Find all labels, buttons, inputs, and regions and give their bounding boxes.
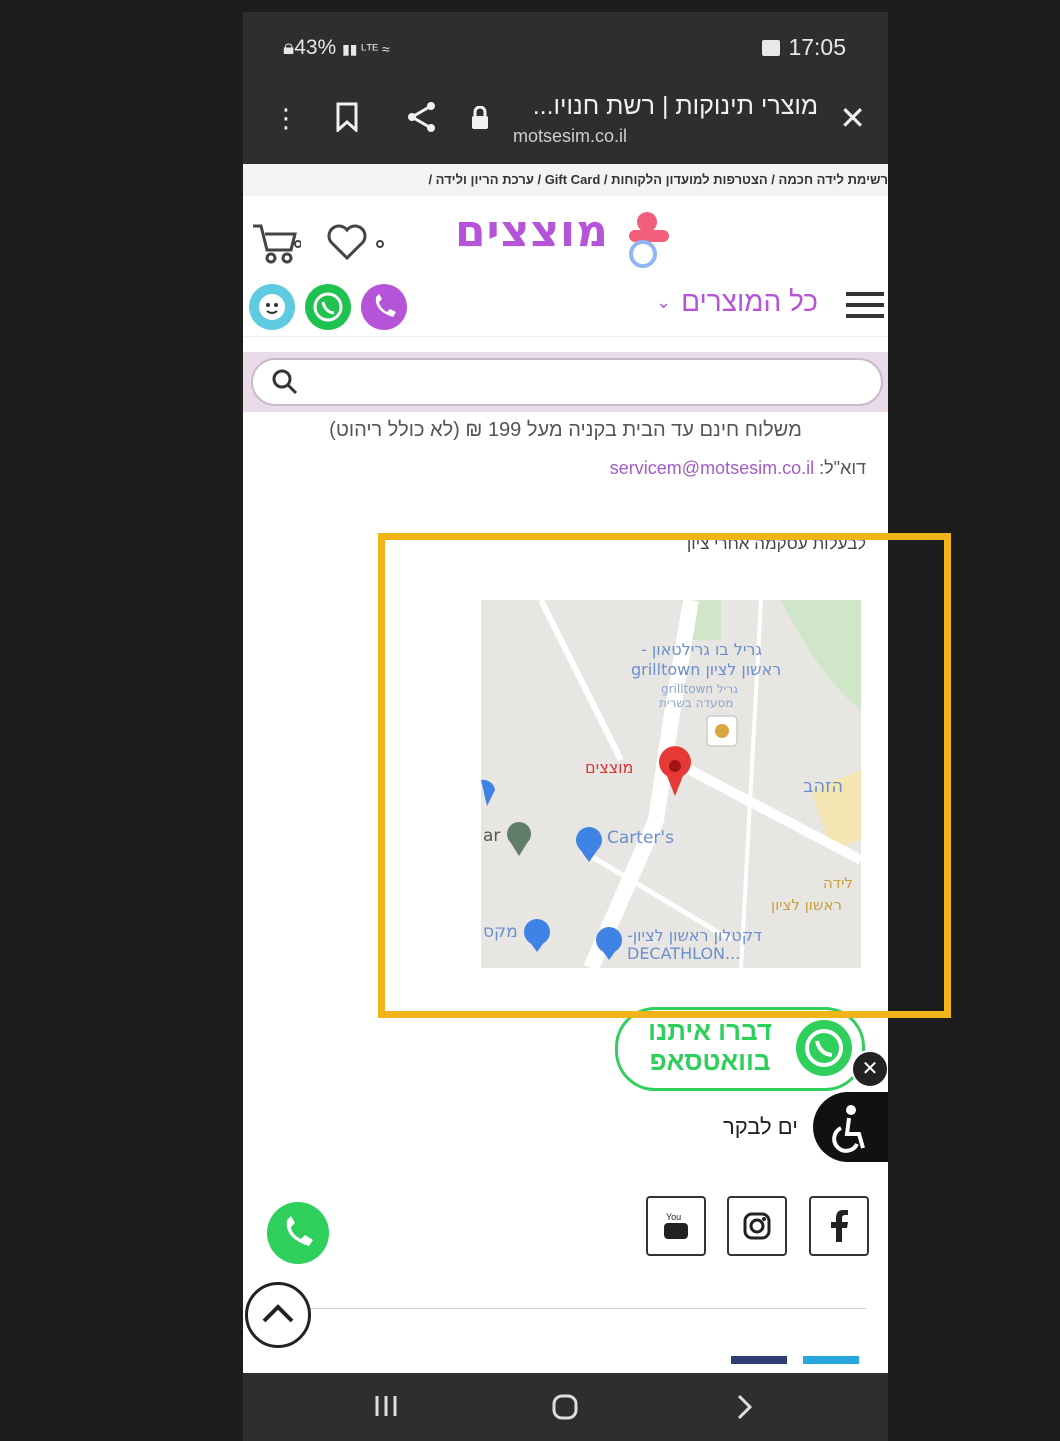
payment-logo [731, 1356, 787, 1364]
whatsapp-icon[interactable] [305, 284, 351, 330]
home-icon[interactable] [551, 1393, 579, 1425]
phone-call-icon[interactable] [361, 284, 407, 330]
divider [303, 1308, 866, 1309]
bookmark-icon[interactable] [335, 102, 359, 136]
pacifier-logo-icon [623, 208, 679, 274]
back-icon[interactable] [735, 1393, 755, 1425]
search-icon[interactable] [271, 368, 299, 400]
svg-text:You: You [666, 1212, 681, 1222]
whatsapp-chat-button[interactable]: דברו איתנו בוואטסאפ [615, 1007, 865, 1091]
all-products-dropdown[interactable]: כל המוצרים ⌄ [656, 286, 818, 318]
breadcrumb[interactable]: רשימת לידה חכמה / הצטרפות למועדון הלקוחו… [243, 164, 888, 196]
cart-icon[interactable] [251, 222, 302, 270]
battery-icon: 🔒︎ [283, 36, 295, 59]
lock-icon [470, 105, 490, 134]
url-text[interactable]: motsesim.co.il [513, 126, 627, 147]
hamburger-menu-icon[interactable] [846, 292, 884, 320]
site-logo[interactable]: מוצצים [455, 206, 609, 257]
youtube-icon[interactable]: You [646, 1196, 706, 1256]
tab-title: מוצרי תינוקות | רשת חנויו... [532, 92, 818, 120]
close-widget-icon[interactable]: ✕ [851, 1050, 888, 1088]
signal-icon: ▮▮ ᴸᵀᴱ ≈ [342, 41, 390, 57]
search-input[interactable] [313, 364, 857, 398]
opening-hours-text: ים לבקר [723, 1114, 798, 1139]
scroll-to-top-button[interactable] [245, 1282, 311, 1348]
waze-icon[interactable] [249, 284, 295, 330]
share-icon[interactable] [405, 100, 439, 138]
chevron-down-icon: ⌄ [655, 291, 672, 312]
clock: 17:05 [788, 34, 846, 60]
battery-level: 43% [294, 36, 337, 59]
browser-toolbar: ⋮ מוצרי תינוקות | רשת חנויו... motsesim.… [243, 84, 888, 164]
highlight-box [378, 533, 951, 1018]
more-options-icon[interactable]: ⋮ [273, 104, 299, 134]
email-link[interactable]: servicem@motsesim.co.il [610, 458, 814, 478]
accessibility-button[interactable] [813, 1092, 888, 1162]
whatsapp-icon [796, 1020, 852, 1076]
contact-email: דוא"ל: servicem@motsesim.co.il [609, 458, 866, 478]
facebook-icon[interactable] [809, 1196, 869, 1256]
status-bar: 🔒︎43% ▮▮ ᴸᵀᴱ ≈ 17:05 [243, 12, 888, 84]
nav-row: כל המוצרים ⌄ [243, 274, 888, 337]
free-shipping-notice: משלוח חינם עד הבית בקניה מעל 199 ₪ (לא כ… [329, 419, 802, 441]
wishlist-heart-icon[interactable] [327, 222, 387, 266]
recent-apps-icon[interactable] [373, 1393, 399, 1423]
instagram-icon[interactable] [727, 1196, 787, 1256]
search-bar [243, 352, 888, 412]
gallery-icon [762, 39, 781, 56]
android-nav-bar [243, 1373, 888, 1441]
close-icon[interactable]: ✕ [839, 102, 866, 134]
floating-whatsapp-icon[interactable] [267, 1202, 329, 1264]
payment-logo [803, 1356, 859, 1364]
